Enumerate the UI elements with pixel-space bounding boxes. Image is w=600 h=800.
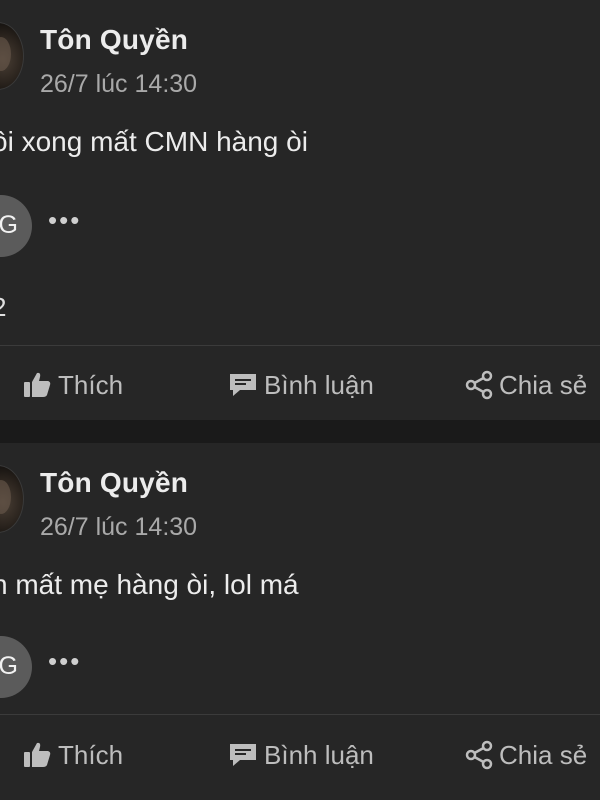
share-icon — [465, 370, 493, 400]
commenter-initial: G — [0, 652, 18, 680]
feed-separator — [0, 420, 600, 443]
comment-label: Bình luận — [264, 739, 374, 770]
share-label: Chia sẻ — [499, 369, 588, 400]
commenter-initial: G — [0, 211, 18, 239]
post-card: Tôn Quyền 26/7 lúc 14:30 ôi xong mất CMN… — [0, 0, 600, 420]
author-name[interactable]: Tôn Quyền — [40, 467, 188, 499]
reaction-count[interactable]: 2 — [0, 292, 6, 323]
post-timestamp[interactable]: 26/7 lúc 14:30 — [40, 70, 197, 99]
thumbs-up-icon — [24, 742, 51, 767]
comment-icon — [230, 374, 256, 396]
commenter-avatar[interactable]: G — [0, 636, 32, 698]
divider — [0, 345, 600, 346]
post-timestamp[interactable]: 26/7 lúc 14:30 — [40, 513, 197, 542]
thumbs-up-icon — [24, 372, 51, 397]
like-button[interactable]: Thích — [22, 735, 123, 775]
author-avatar[interactable] — [0, 465, 24, 533]
like-label: Thích — [58, 369, 124, 400]
post-text: n mất mẹ hàng òi, lol má — [0, 569, 299, 600]
commenter-avatar[interactable]: G — [0, 195, 32, 257]
more-options-icon[interactable]: ••• — [48, 648, 81, 674]
divider — [0, 714, 600, 715]
post-card: Tôn Quyền 26/7 lúc 14:30 n mất mẹ hàng ò… — [0, 443, 600, 800]
comment-button[interactable]: Bình luận — [228, 365, 374, 405]
share-button[interactable]: Chia sẻ — [465, 365, 587, 405]
author-name[interactable]: Tôn Quyền — [40, 24, 188, 56]
comment-label: Bình luận — [264, 369, 374, 400]
more-options-icon[interactable]: ••• — [48, 207, 81, 233]
author-avatar[interactable] — [0, 22, 24, 90]
comment-button[interactable]: Bình luận — [228, 735, 374, 775]
like-label: Thích — [58, 739, 124, 770]
share-label: Chia sẻ — [499, 739, 588, 770]
comment-icon — [230, 744, 256, 766]
share-icon — [465, 740, 493, 770]
share-button[interactable]: Chia sẻ — [465, 735, 587, 775]
post-text: ôi xong mất CMN hàng òi — [0, 126, 308, 157]
like-button[interactable]: Thích — [22, 365, 123, 405]
